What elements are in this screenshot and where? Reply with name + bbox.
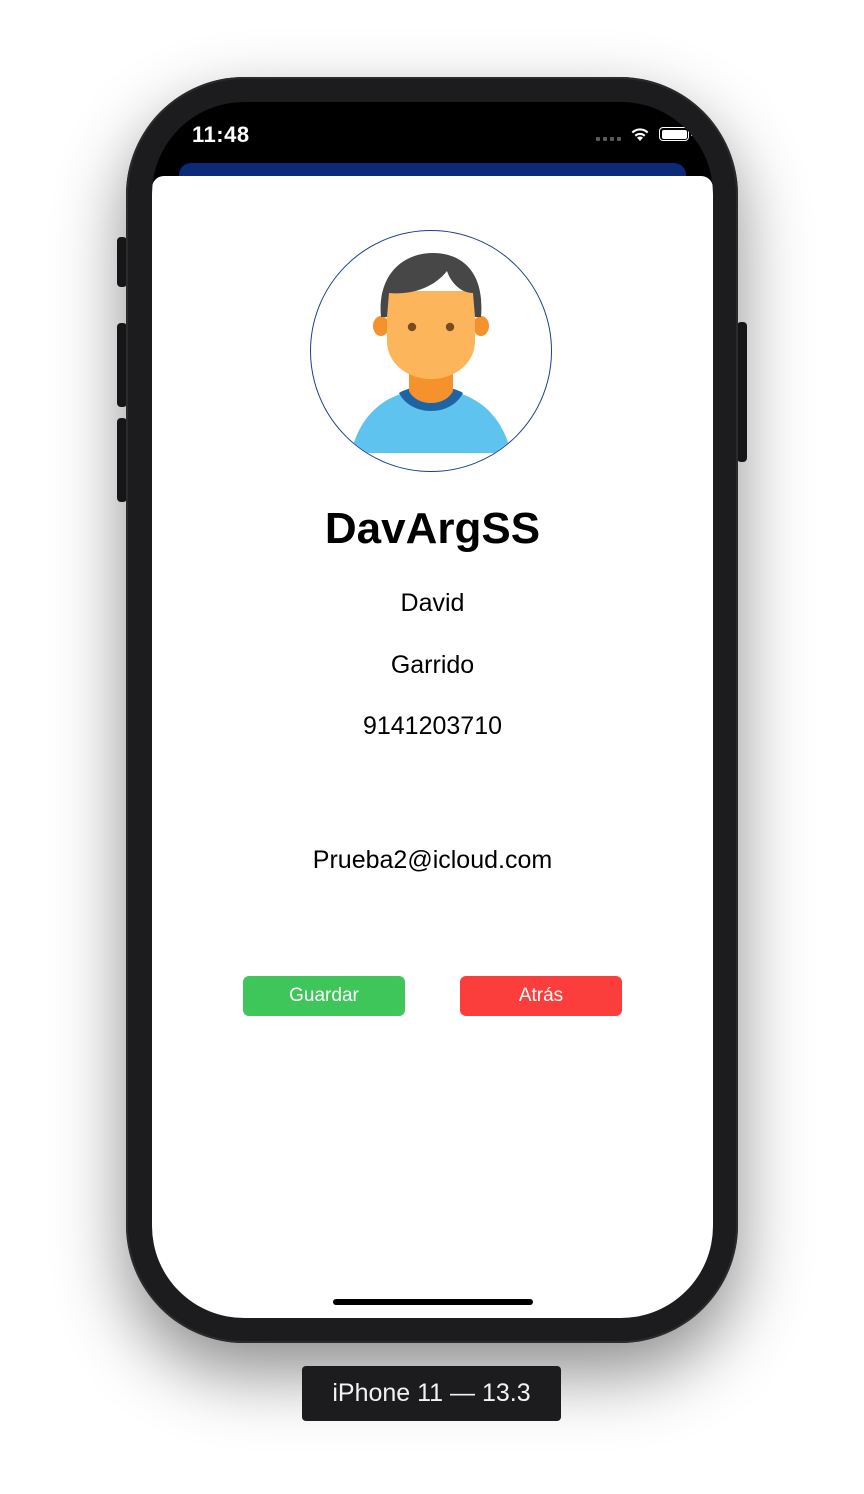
simulator-stage: 11:48 DavArgSS David Garrido 9141203710 … <box>0 0 864 1494</box>
simulator-device-label: iPhone 11 — 13.3 <box>302 1366 561 1421</box>
notch <box>277 102 589 148</box>
user-avatar-icon <box>310 230 552 472</box>
home-indicator[interactable] <box>333 1299 533 1305</box>
status-icons <box>596 126 693 142</box>
wifi-icon <box>631 128 649 141</box>
cellular-signal-icon <box>596 127 621 141</box>
profile-username: DavArgSS <box>324 504 541 553</box>
battery-icon <box>659 127 693 141</box>
save-button[interactable]: Guardar <box>243 976 405 1016</box>
profile-last-name: Garrido <box>390 651 475 679</box>
profile-phone: 9141203710 <box>362 712 503 740</box>
phone-screen: 11:48 DavArgSS David Garrido 9141203710 … <box>152 102 713 1318</box>
status-time: 11:48 <box>192 122 250 147</box>
side-power-button <box>737 322 747 462</box>
back-button[interactable]: Atrás <box>460 976 622 1016</box>
profile-email: Prueba2@icloud.com <box>312 846 553 874</box>
profile-sheet: DavArgSS David Garrido 9141203710 Prueba… <box>152 176 713 1318</box>
profile-first-name: David <box>400 589 465 617</box>
